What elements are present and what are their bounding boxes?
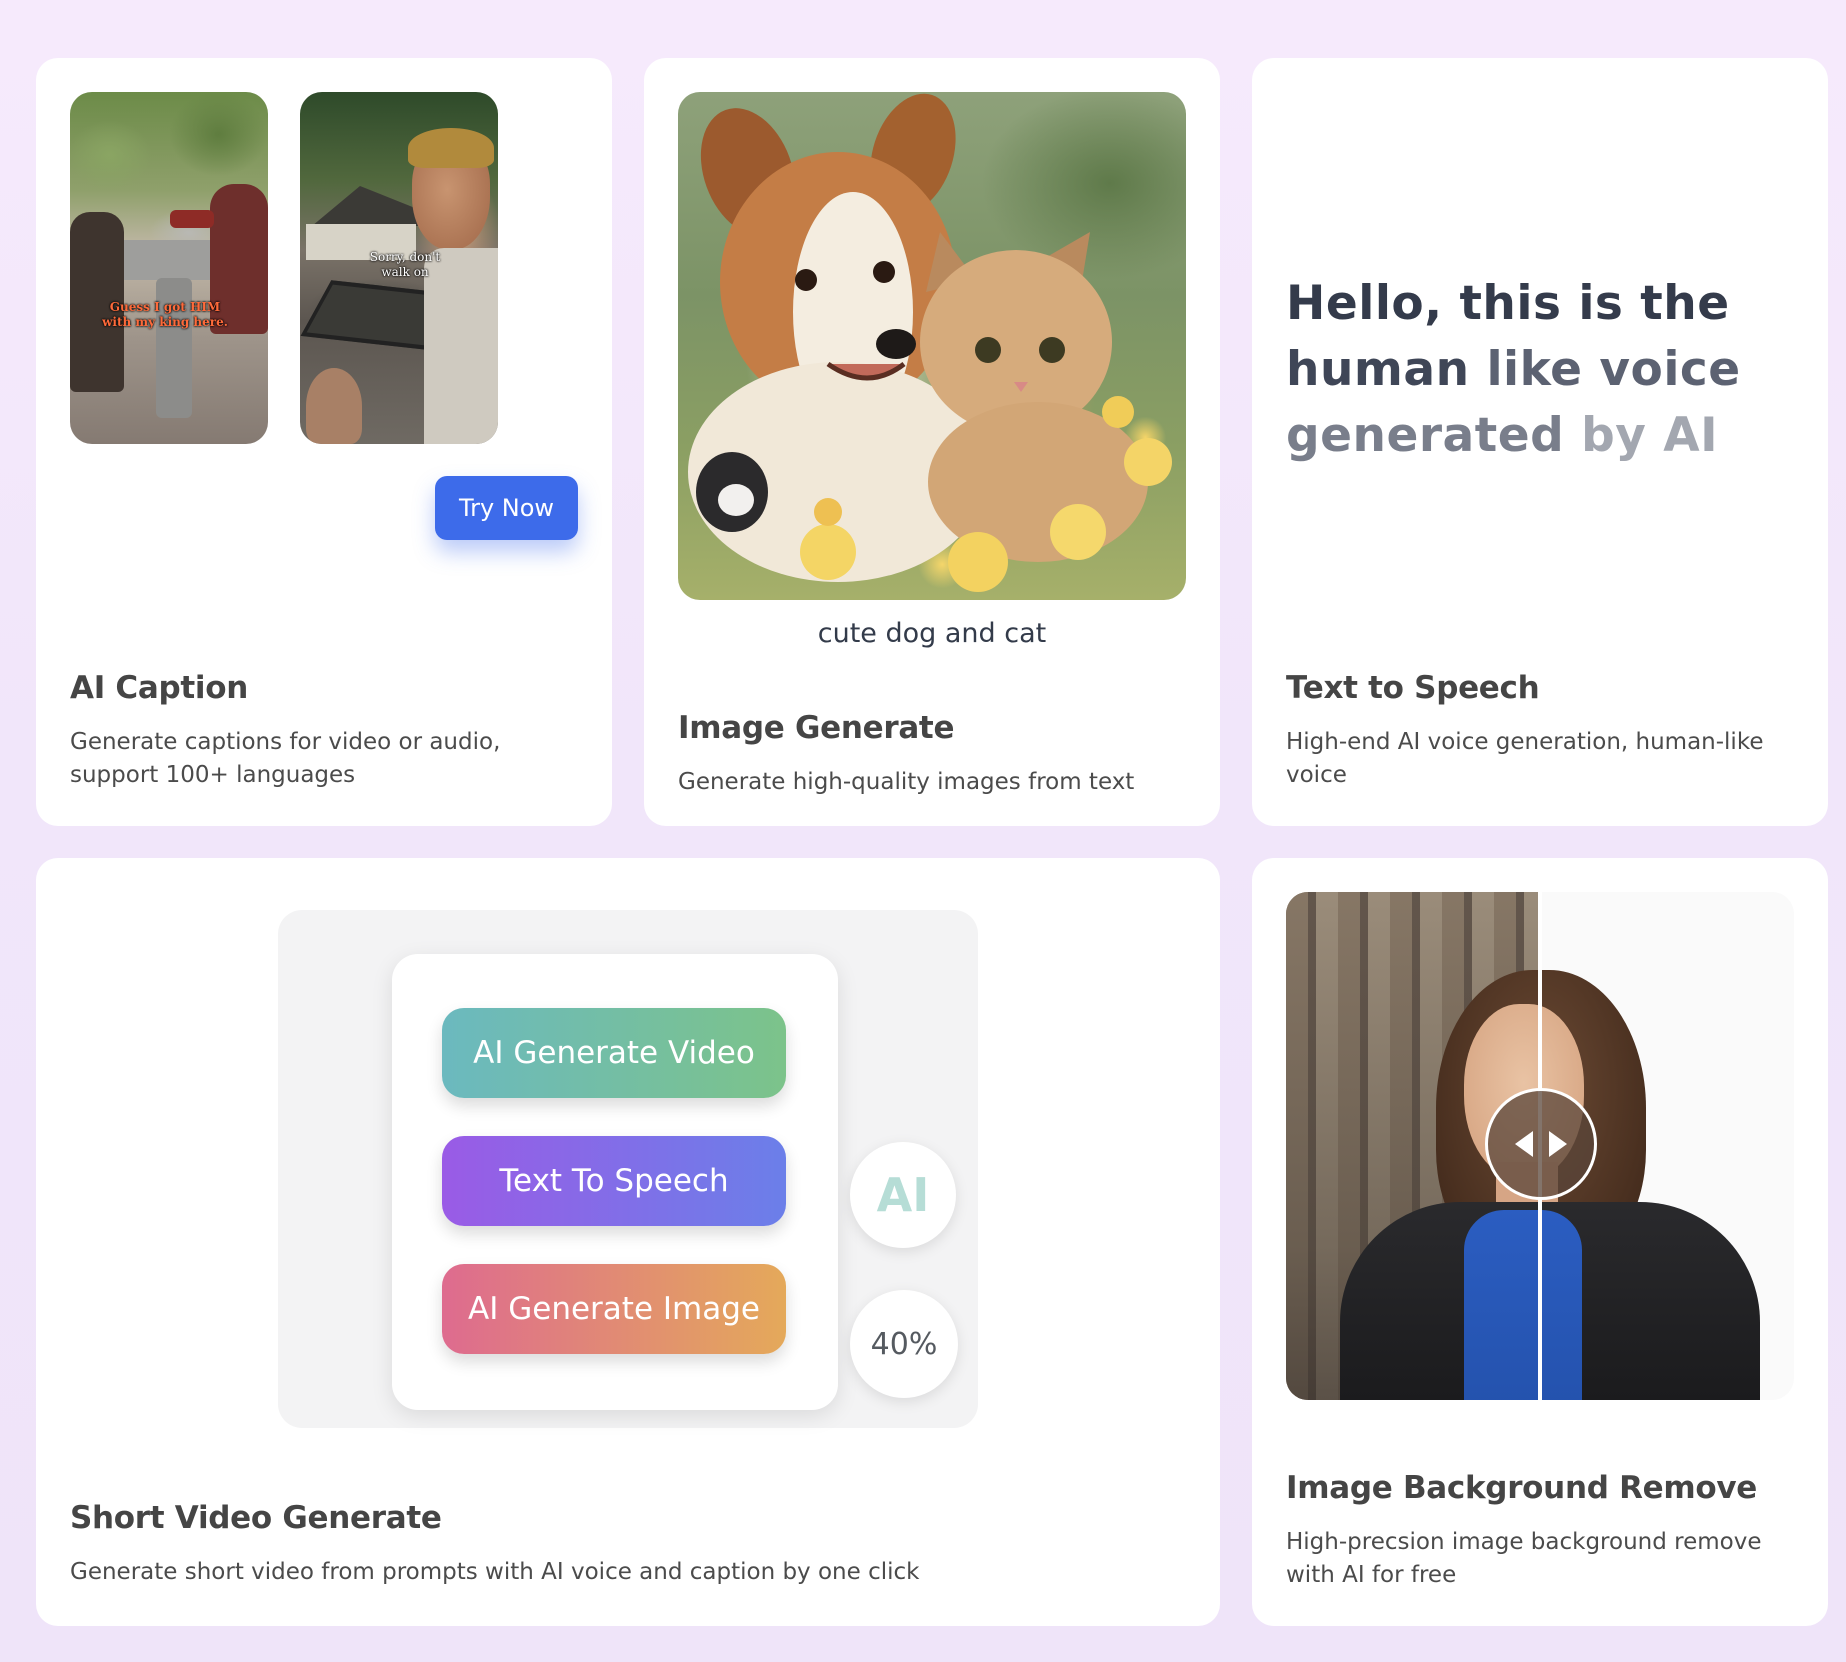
kitten-face <box>718 484 754 516</box>
before-after-comparison[interactable] <box>1286 892 1794 1400</box>
flower <box>948 532 1008 592</box>
red-car <box>170 210 214 228</box>
generated-pet-image <box>678 92 1186 600</box>
short-video-card[interactable]: AI Generate Video Text To Speech AI Gene… <box>36 858 1220 1626</box>
ai-badge: AI <box>850 1142 956 1248</box>
caption-clip-board[interactable]: Sorry, don't walk on <box>300 92 498 444</box>
dog-nose <box>876 329 916 359</box>
tts-sample-line-3: generated by AI <box>1286 408 1719 463</box>
flower <box>814 498 842 526</box>
portrait-shirt <box>1464 1210 1582 1400</box>
flower <box>1124 438 1172 486</box>
caption-text-board: Sorry, don't walk on <box>369 250 441 279</box>
feature-button-stack: AI Generate Video Text To Speech AI Gene… <box>392 954 838 1410</box>
card-description: Generate captions for video or audio, su… <box>70 729 501 788</box>
card-description: High-precsion image background remove wi… <box>1286 1529 1762 1588</box>
prompt-label: cute dog and cat <box>817 618 1047 649</box>
tts-sample-line-1: Hello, this is the <box>1286 276 1730 331</box>
short-video-demo-panel: AI Generate Video Text To Speech AI Gene… <box>278 910 978 1428</box>
pet-illustration <box>688 93 1172 592</box>
dog-eye-right <box>873 261 895 283</box>
try-now-button[interactable]: Try Now <box>435 476 578 540</box>
flower <box>1050 504 1106 560</box>
background-remove-card[interactable]: Image Background Remove High-precsion im… <box>1252 858 1828 1626</box>
cat-eye-left <box>975 337 1001 363</box>
tts-sample-line-2: human like voice <box>1286 342 1741 397</box>
man-hair <box>408 128 494 168</box>
image-generate-card[interactable]: cute dog and cat Image Generate Generate… <box>644 58 1220 826</box>
card-title: Image Background Remove <box>1286 1470 1758 1506</box>
card-title: Text to Speech <box>1286 670 1540 706</box>
progress-badge: 40% <box>850 1290 958 1398</box>
card-title: AI Caption <box>70 670 248 706</box>
flower <box>1102 396 1134 428</box>
ai-generate-video-button[interactable]: AI Generate Video <box>442 1008 786 1098</box>
card-title: Image Generate <box>678 710 955 746</box>
dog-eye-left <box>795 269 817 291</box>
caption-clip-chess[interactable]: Guess I got HIM with my king here. <box>70 92 268 444</box>
left-right-arrows-icon <box>1515 1131 1567 1157</box>
card-description: Generate high-quality images from text <box>678 769 1135 795</box>
card-description: Generate short video from prompts with A… <box>70 1559 920 1585</box>
text-to-speech-button[interactable]: Text To Speech <box>442 1136 786 1226</box>
ai-caption-card[interactable]: Guess I got HIM with my king here. Sorry… <box>36 58 612 826</box>
chess-pedestal <box>156 278 192 418</box>
viewer-face <box>306 368 362 444</box>
card-description: High-end AI voice generation, human-like… <box>1286 729 1764 788</box>
ai-generate-image-button[interactable]: AI Generate Image <box>442 1264 786 1354</box>
house-roof <box>312 186 420 226</box>
comparison-slider-handle[interactable] <box>1485 1088 1597 1200</box>
flower <box>800 524 856 580</box>
cat-eye-right <box>1039 337 1065 363</box>
card-title: Short Video Generate <box>70 1500 442 1536</box>
caption-text-chess: Guess I got HIM with my king here. <box>102 300 228 329</box>
text-to-speech-card[interactable]: Hello, this is the human like voice gene… <box>1252 58 1828 826</box>
